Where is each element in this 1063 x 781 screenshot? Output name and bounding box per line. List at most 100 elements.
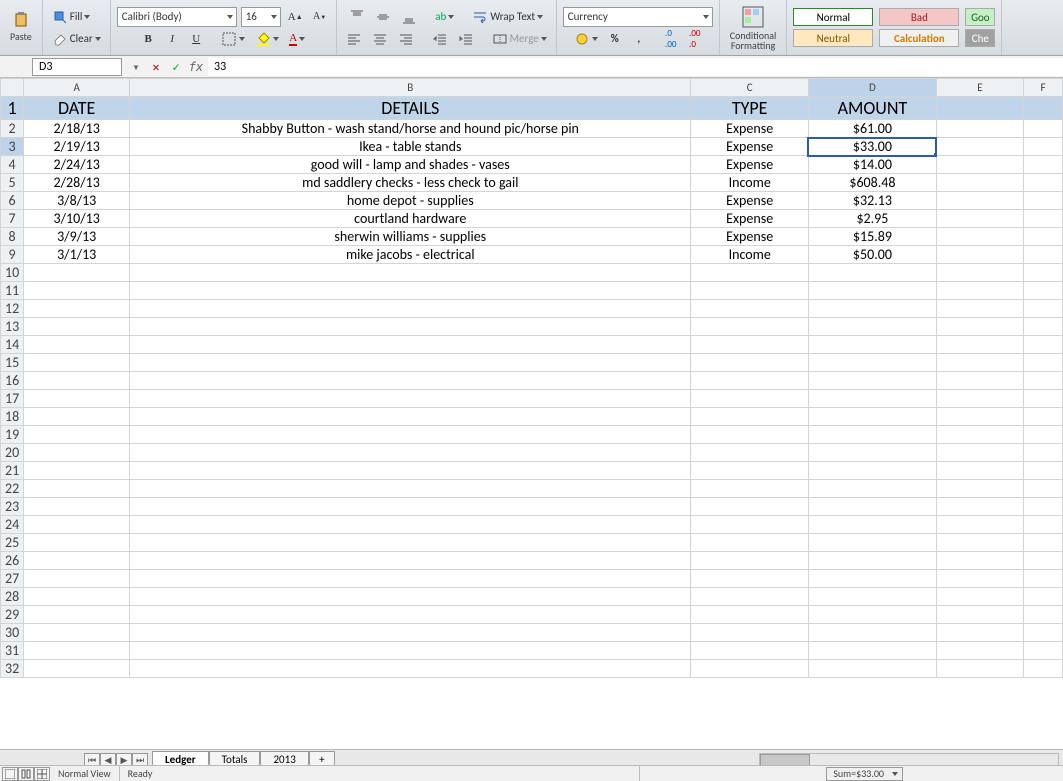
cell[interactable]: sherwin williams - supplies xyxy=(130,228,691,246)
clear-button[interactable]: Clear xyxy=(49,29,104,49)
cell[interactable]: Expense xyxy=(691,210,809,228)
italic-button[interactable]: I xyxy=(162,29,182,49)
paste-button[interactable]: Paste xyxy=(6,10,36,45)
style-calculation[interactable]: Calculation xyxy=(879,29,959,47)
cell[interactable]: $50.00 xyxy=(808,246,936,264)
cell[interactable] xyxy=(691,372,809,390)
row-header[interactable]: 30 xyxy=(1,624,24,642)
cell[interactable]: mike jacobs - electrical xyxy=(130,246,691,264)
cell[interactable]: $32.13 xyxy=(808,192,936,210)
cell[interactable] xyxy=(808,606,936,624)
cell[interactable] xyxy=(936,390,1023,408)
cell[interactable]: 2/18/13 xyxy=(24,120,130,138)
status-sum[interactable]: Sum=$33.00 xyxy=(826,767,903,781)
cell[interactable]: Shabby Button - wash stand/horse and hou… xyxy=(130,120,691,138)
cell[interactable] xyxy=(24,318,130,336)
cell[interactable] xyxy=(130,282,691,300)
cell[interactable] xyxy=(691,462,809,480)
cell[interactable] xyxy=(1023,246,1062,264)
cell[interactable] xyxy=(24,300,130,318)
row-header[interactable]: 12 xyxy=(1,300,24,318)
cell[interactable]: $33.00 xyxy=(808,138,936,156)
normal-view-button[interactable] xyxy=(2,767,18,781)
cell[interactable] xyxy=(808,498,936,516)
cell[interactable] xyxy=(936,552,1023,570)
cell[interactable]: Expense xyxy=(691,228,809,246)
cell[interactable] xyxy=(1023,264,1062,282)
row-header[interactable]: 29 xyxy=(1,606,24,624)
cell[interactable] xyxy=(936,426,1023,444)
cell[interactable]: Expense xyxy=(691,192,809,210)
cell[interactable] xyxy=(24,534,130,552)
page-break-view-button[interactable] xyxy=(34,767,50,781)
cell[interactable]: good will - lamp and shades - vases xyxy=(130,156,691,174)
cell[interactable] xyxy=(936,444,1023,462)
increase-decimal-button[interactable]: .0.00 xyxy=(661,29,681,49)
cell[interactable] xyxy=(691,390,809,408)
merge-button[interactable]: Merge xyxy=(489,29,550,49)
cell[interactable] xyxy=(808,516,936,534)
cancel-icon[interactable]: ✕ xyxy=(148,59,164,75)
cell[interactable] xyxy=(936,642,1023,660)
cell[interactable]: home depot - supplies xyxy=(130,192,691,210)
cell[interactable] xyxy=(24,462,130,480)
formula-input[interactable]: 33 xyxy=(208,58,1063,76)
align-center-button[interactable] xyxy=(369,29,391,49)
cell[interactable] xyxy=(1023,390,1062,408)
cell[interactable] xyxy=(691,336,809,354)
cell[interactable] xyxy=(936,192,1023,210)
wrap-text-button[interactable]: Wrap Text xyxy=(469,7,546,27)
page-layout-view-button[interactable] xyxy=(18,767,34,781)
cell[interactable] xyxy=(130,552,691,570)
cell[interactable] xyxy=(130,336,691,354)
row-header[interactable]: 3 xyxy=(1,138,24,156)
cell[interactable] xyxy=(936,408,1023,426)
cell[interactable] xyxy=(936,210,1023,228)
style-neutral[interactable]: Neutral xyxy=(793,29,873,47)
header-cell[interactable]: DETAILS xyxy=(130,97,691,120)
row-header[interactable]: 27 xyxy=(1,570,24,588)
cell[interactable] xyxy=(130,444,691,462)
cell[interactable] xyxy=(691,552,809,570)
cell[interactable] xyxy=(130,624,691,642)
cell[interactable] xyxy=(24,606,130,624)
row-header[interactable]: 24 xyxy=(1,516,24,534)
column-header-B[interactable]: B xyxy=(130,79,691,97)
spreadsheet-grid[interactable]: ABCDEF1DATEDETAILSTYPEAMOUNT22/18/13Shab… xyxy=(0,78,1063,751)
cell[interactable] xyxy=(691,318,809,336)
cell[interactable] xyxy=(936,372,1023,390)
cell[interactable]: Expense xyxy=(691,156,809,174)
row-header[interactable]: 1 xyxy=(1,97,24,120)
cell[interactable] xyxy=(936,516,1023,534)
cell[interactable] xyxy=(808,300,936,318)
cell[interactable] xyxy=(130,300,691,318)
cell[interactable] xyxy=(24,282,130,300)
cell[interactable] xyxy=(1023,210,1062,228)
cell[interactable] xyxy=(1023,300,1062,318)
bold-button[interactable]: B xyxy=(138,29,158,49)
row-header[interactable]: 23 xyxy=(1,498,24,516)
fill-button[interactable]: Fill xyxy=(49,7,94,27)
cell[interactable]: Income xyxy=(691,174,809,192)
cell[interactable] xyxy=(691,588,809,606)
style-good[interactable]: Goo xyxy=(965,8,995,26)
cell[interactable] xyxy=(1023,174,1062,192)
cell[interactable]: $14.00 xyxy=(808,156,936,174)
cell[interactable] xyxy=(691,624,809,642)
cell[interactable] xyxy=(936,534,1023,552)
cell[interactable] xyxy=(130,354,691,372)
cell[interactable] xyxy=(1023,480,1062,498)
row-header[interactable]: 6 xyxy=(1,192,24,210)
header-cell[interactable] xyxy=(1023,97,1062,120)
cell[interactable] xyxy=(24,390,130,408)
cell[interactable] xyxy=(691,498,809,516)
cell[interactable] xyxy=(936,480,1023,498)
cell[interactable]: 2/24/13 xyxy=(24,156,130,174)
header-cell[interactable]: AMOUNT xyxy=(808,97,936,120)
cell[interactable] xyxy=(808,660,936,678)
cell[interactable] xyxy=(1023,336,1062,354)
row-header[interactable]: 26 xyxy=(1,552,24,570)
cell[interactable] xyxy=(24,354,130,372)
cell[interactable] xyxy=(936,588,1023,606)
cell[interactable]: 2/28/13 xyxy=(24,174,130,192)
